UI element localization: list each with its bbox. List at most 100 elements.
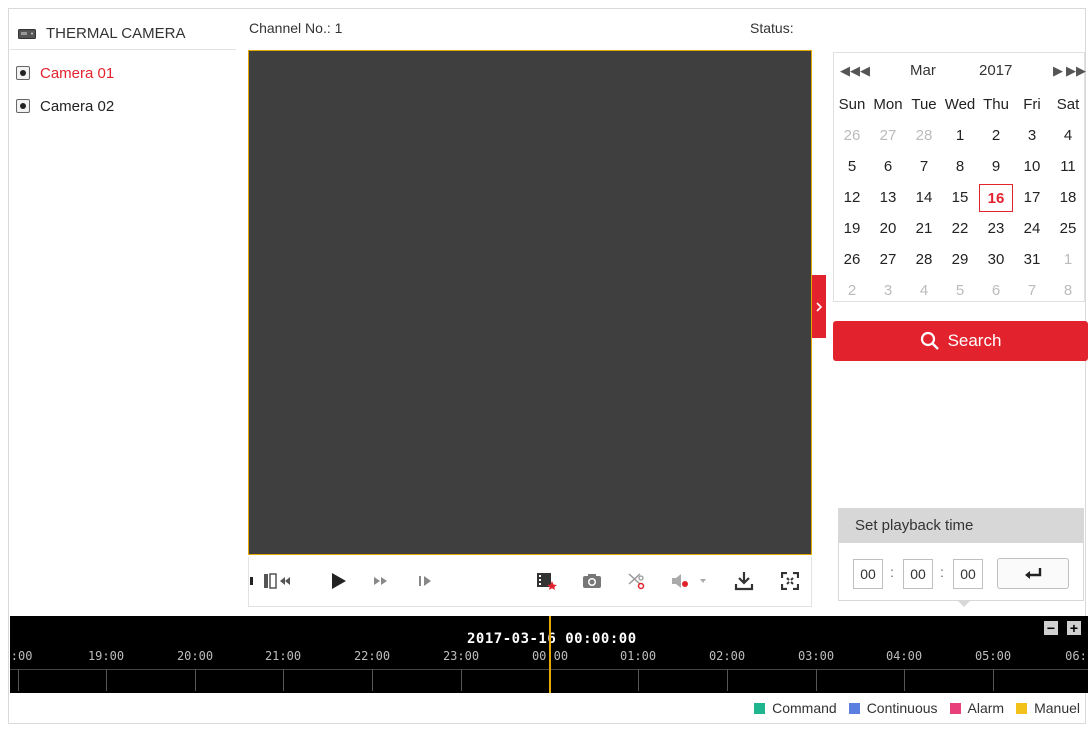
calendar-day[interactable]: 28 bbox=[906, 122, 942, 150]
calendar-day[interactable]: 11 bbox=[1050, 153, 1086, 181]
search-label: Search bbox=[947, 331, 1002, 350]
stop-all-button[interactable] bbox=[249, 569, 295, 593]
calendar-day[interactable]: 3 bbox=[870, 277, 906, 305]
play-icon bbox=[332, 573, 346, 589]
calendar-day[interactable]: 20 bbox=[870, 215, 906, 243]
calendar-day[interactable]: 5 bbox=[834, 153, 870, 181]
timeline[interactable]: 2017-03-16 00:00:00 3:00 19:00 20:00 21:… bbox=[10, 616, 1088, 693]
timeline-hour-label: 05:00 bbox=[974, 649, 1012, 663]
speaker-muted-icon bbox=[672, 574, 706, 588]
legend-item-manual: Manuel bbox=[1016, 700, 1080, 716]
calendar-day[interactable]: 26 bbox=[834, 246, 870, 274]
video-player[interactable] bbox=[248, 50, 812, 555]
weekday-row: Sun Mon Tue Wed Thu Fri Sat bbox=[834, 89, 1086, 120]
calendar-toggle-button[interactable] bbox=[812, 275, 826, 338]
audio-button[interactable] bbox=[667, 569, 713, 593]
timeline-tick bbox=[106, 669, 107, 691]
device-tree-header: THERMAL CAMERA bbox=[10, 18, 236, 50]
snapshot-button[interactable] bbox=[579, 569, 605, 593]
timeline-tick bbox=[904, 669, 905, 691]
hour-field[interactable]: 00 bbox=[853, 559, 883, 589]
week-row: 26 27 28 29 30 31 1 bbox=[834, 244, 1086, 275]
scissors-icon bbox=[628, 573, 645, 590]
calendar-day[interactable]: 18 bbox=[1050, 184, 1086, 212]
week-row: 19 20 21 22 23 24 25 bbox=[834, 213, 1086, 244]
calendar-day[interactable]: 10 bbox=[1014, 153, 1050, 181]
zoom-in-button[interactable]: + bbox=[1067, 621, 1081, 635]
calendar-day[interactable]: 14 bbox=[906, 184, 942, 212]
calendar-day[interactable]: 21 bbox=[906, 215, 942, 243]
calendar-day[interactable]: 13 bbox=[870, 184, 906, 212]
playback-time-title: Set playback time bbox=[839, 509, 1083, 543]
calendar-day[interactable]: 4 bbox=[1050, 122, 1086, 150]
calendar-day[interactable]: 7 bbox=[906, 153, 942, 181]
next-year-button[interactable]: ▶▶ bbox=[1066, 63, 1086, 79]
fast-forward-button[interactable] bbox=[369, 569, 393, 593]
calendar-day[interactable]: 1 bbox=[1050, 246, 1086, 274]
calendar-day[interactable]: 2 bbox=[978, 122, 1014, 150]
week-row: 26 27 28 1 2 3 4 bbox=[834, 120, 1086, 151]
clip-cut-button[interactable] bbox=[623, 569, 649, 593]
calendar-day[interactable]: 4 bbox=[906, 277, 942, 305]
calendar-day[interactable]: 19 bbox=[834, 215, 870, 243]
calendar-day[interactable]: 9 bbox=[978, 153, 1014, 181]
next-month-button[interactable]: ▶ bbox=[1053, 63, 1063, 79]
enter-icon bbox=[1025, 567, 1042, 579]
camera-label: Camera 01 bbox=[40, 64, 115, 82]
calendar-grid: Sun Mon Tue Wed Thu Fri Sat 26 27 28 1 2… bbox=[834, 89, 1086, 306]
single-frame-button[interactable] bbox=[413, 569, 437, 593]
timeline-hour-label: 06: bbox=[1065, 649, 1087, 663]
camera-item-01[interactable]: Camera 01 bbox=[16, 62, 114, 84]
calendar-day[interactable]: 22 bbox=[942, 215, 978, 243]
timeline-cursor[interactable] bbox=[549, 616, 551, 693]
clip-marker-button[interactable] bbox=[534, 569, 560, 593]
calendar-day[interactable]: 2 bbox=[834, 277, 870, 305]
calendar-day-selected[interactable]: 16 bbox=[979, 183, 1013, 212]
apply-time-button[interactable] bbox=[997, 558, 1069, 589]
timeline-hour-label: 19:00 bbox=[87, 649, 125, 663]
calendar-day[interactable]: 25 bbox=[1050, 215, 1086, 243]
channel-number: Channel No.: 1 bbox=[249, 20, 343, 36]
calendar-month: Mar bbox=[910, 62, 936, 79]
calendar-day[interactable]: 26 bbox=[834, 122, 870, 150]
calendar-day[interactable]: 6 bbox=[870, 153, 906, 181]
timeline-hour-label: 21:00 bbox=[264, 649, 302, 663]
week-row: 2 3 4 5 6 7 8 bbox=[834, 275, 1086, 306]
fullscreen-icon bbox=[781, 572, 799, 590]
camera-item-02[interactable]: Camera 02 bbox=[16, 95, 114, 117]
calendar-day[interactable]: 29 bbox=[942, 246, 978, 274]
calendar-day[interactable]: 6 bbox=[978, 277, 1014, 305]
weekday-label: Sat bbox=[1056, 95, 1080, 113]
calendar-day[interactable]: 5 bbox=[942, 277, 978, 305]
calendar-day[interactable]: 8 bbox=[942, 153, 978, 181]
stop-all-icon bbox=[250, 573, 290, 589]
minute-field[interactable]: 00 bbox=[903, 559, 933, 589]
calendar-day[interactable]: 24 bbox=[1014, 215, 1050, 243]
download-button[interactable] bbox=[731, 569, 757, 593]
calendar-day[interactable]: 31 bbox=[1014, 246, 1050, 274]
legend-swatch bbox=[949, 702, 961, 714]
play-button[interactable] bbox=[327, 569, 351, 593]
prev-month-button[interactable]: ◀ bbox=[860, 63, 870, 79]
calendar-day[interactable]: 8 bbox=[1050, 277, 1086, 305]
legend-label: Manuel bbox=[1034, 700, 1080, 716]
calendar-day[interactable]: 28 bbox=[906, 246, 942, 274]
calendar-day[interactable]: 27 bbox=[870, 246, 906, 274]
calendar-day[interactable]: 17 bbox=[1014, 184, 1050, 212]
timeline-tick bbox=[638, 669, 639, 691]
calendar-day[interactable]: 7 bbox=[1014, 277, 1050, 305]
calendar-day[interactable]: 27 bbox=[870, 122, 906, 150]
record-type-legend: Command Continuous Alarm Manuel bbox=[742, 700, 1080, 716]
calendar-day[interactable]: 1 bbox=[942, 122, 978, 150]
second-field[interactable]: 00 bbox=[953, 559, 983, 589]
search-button[interactable]: Search bbox=[833, 321, 1088, 361]
calendar-day[interactable]: 23 bbox=[978, 215, 1014, 243]
calendar-day[interactable]: 12 bbox=[834, 184, 870, 212]
calendar-day[interactable]: 15 bbox=[942, 184, 978, 212]
prev-year-button[interactable]: ◀◀ bbox=[840, 63, 860, 79]
fast-forward-icon bbox=[374, 577, 387, 585]
fullscreen-button[interactable] bbox=[777, 569, 803, 593]
zoom-out-button[interactable]: − bbox=[1044, 621, 1058, 635]
calendar-day[interactable]: 3 bbox=[1014, 122, 1050, 150]
calendar-day[interactable]: 30 bbox=[978, 246, 1014, 274]
